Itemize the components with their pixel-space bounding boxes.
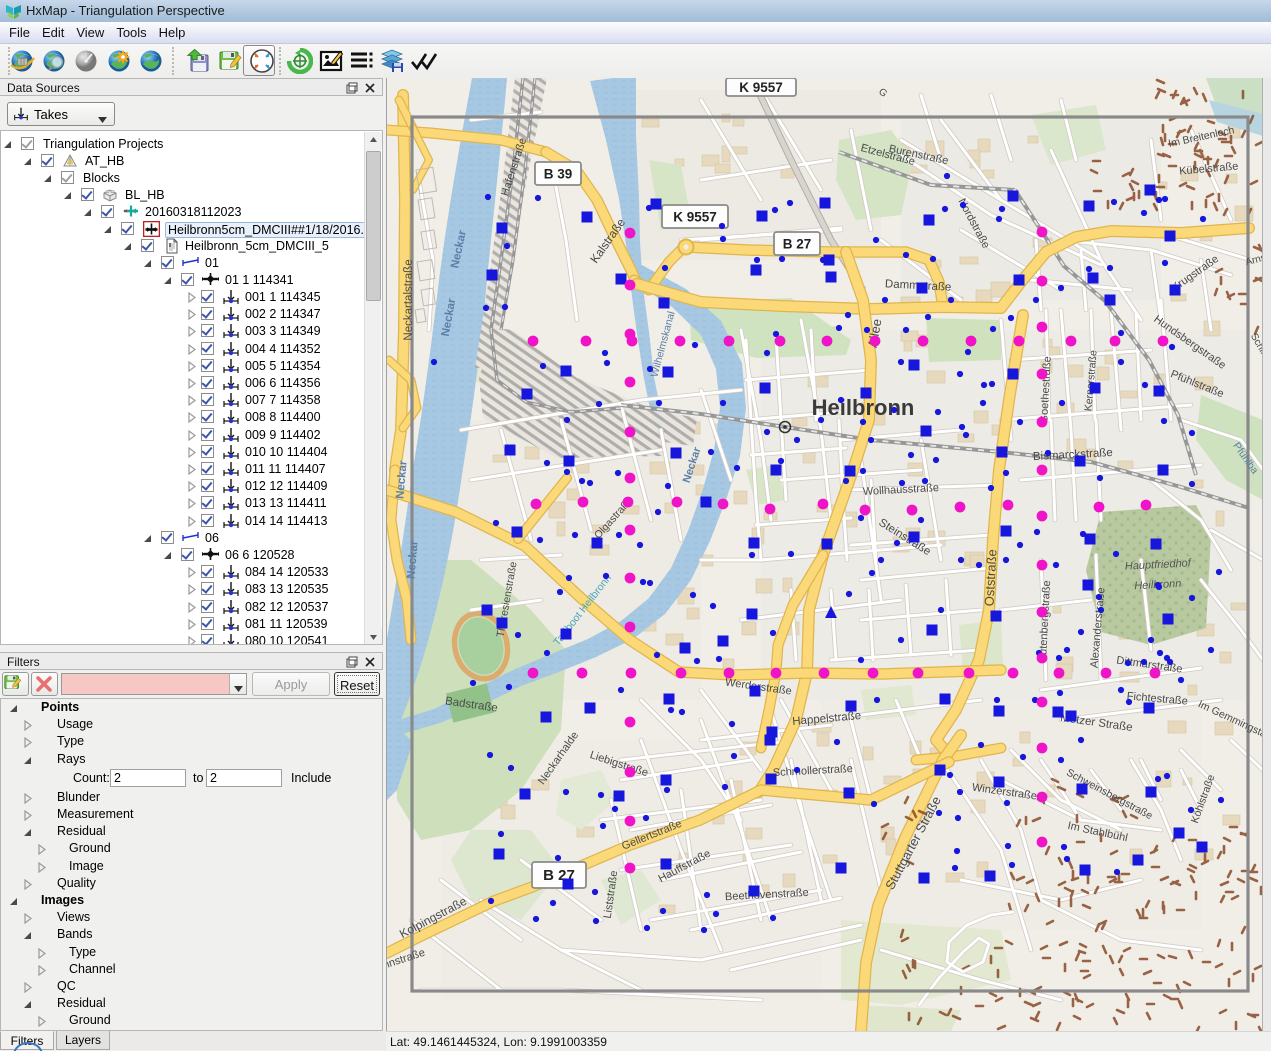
- svg-text:K 9557: K 9557: [673, 210, 717, 225]
- svg-text:K 9557: K 9557: [739, 80, 783, 95]
- svg-text:B 39: B 39: [544, 167, 573, 182]
- svg-text:Oststraße: Oststraße: [982, 549, 1000, 607]
- svg-text:Neckartalstraße: Neckartalstraße: [403, 259, 415, 340]
- svg-text:Heilbronn: Heilbronn: [812, 395, 915, 420]
- svg-text:B 27: B 27: [783, 237, 812, 252]
